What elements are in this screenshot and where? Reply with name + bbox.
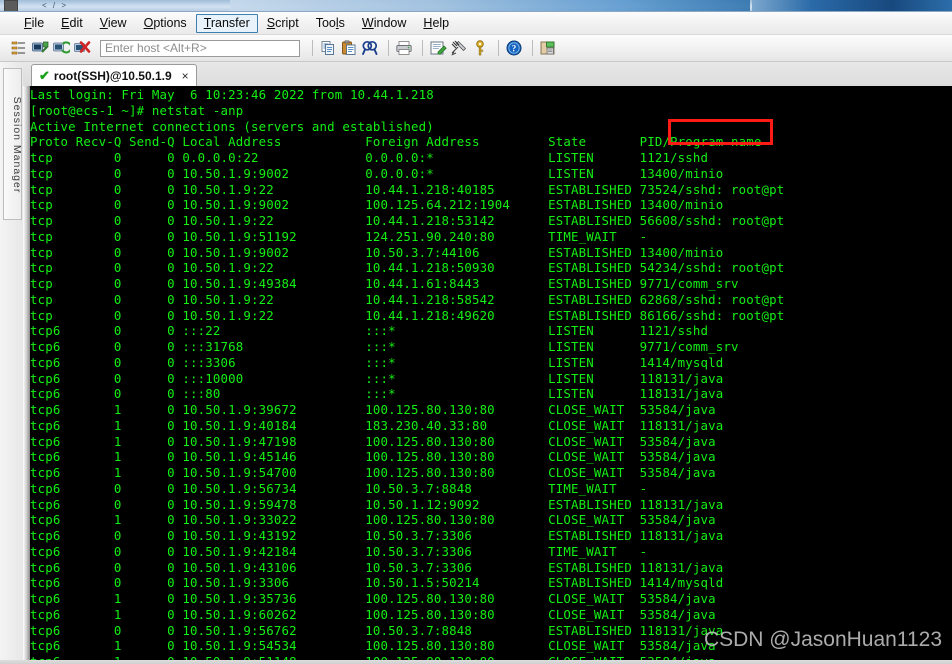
- menu-item-help[interactable]: Help: [415, 14, 457, 33]
- terminal-screen[interactable]: Last login: Fri May 6 10:23:46 2022 from…: [30, 86, 952, 664]
- log-session-icon[interactable]: [429, 39, 447, 57]
- menu-item-window[interactable]: Window: [354, 14, 414, 33]
- options-icon[interactable]: [450, 39, 468, 57]
- connected-check-icon: ✔: [39, 68, 50, 83]
- toolbar: Enter host <Alt+R> ?: [0, 35, 952, 62]
- transfer-icon[interactable]: [539, 39, 557, 57]
- menu-item-view[interactable]: View: [92, 14, 135, 33]
- session-tab-label: root(SSH)@10.50.1.9: [53, 68, 172, 83]
- app-icon: [4, 0, 18, 11]
- watermark: CSDN @JasonHuan1123: [703, 628, 942, 651]
- window-title-bar: < / >: [0, 0, 952, 11]
- copy-icon[interactable]: [319, 39, 337, 57]
- print-icon[interactable]: [395, 39, 413, 57]
- connect-icon[interactable]: [31, 39, 49, 57]
- menu-item-tools[interactable]: Tools: [308, 14, 353, 33]
- find-icon[interactable]: [361, 39, 379, 57]
- toolbar-separator: [422, 40, 423, 56]
- menu-item-script[interactable]: Script: [259, 14, 307, 33]
- title-bar-glass-mid: [230, 0, 750, 11]
- host-input-placeholder: Enter host <Alt+R>: [105, 41, 207, 55]
- menu-item-options[interactable]: Options: [136, 14, 195, 33]
- session-tab-bar: ✔ root(SSH)@10.50.1.9 ×: [23, 62, 952, 87]
- session-manager-panel[interactable]: Session Manager: [0, 62, 24, 664]
- session-manager-label: Session Manager: [11, 96, 23, 194]
- close-icon[interactable]: ×: [182, 70, 189, 82]
- session-manager-tab[interactable]: Session Manager: [3, 68, 23, 220]
- key-icon[interactable]: [471, 39, 489, 57]
- host-input[interactable]: Enter host <Alt+R>: [100, 39, 300, 57]
- menu-item-file[interactable]: File: [16, 14, 52, 33]
- terminal-output: Last login: Fri May 6 10:23:46 2022 from…: [30, 87, 785, 664]
- menu-item-transfer[interactable]: Transfer: [195, 13, 258, 33]
- reconnect-icon[interactable]: [52, 39, 73, 57]
- title-bar-glass-right: [752, 0, 952, 11]
- toolbar-separator: [388, 40, 389, 56]
- help-icon[interactable]: ?: [505, 39, 523, 57]
- paste-icon[interactable]: [340, 39, 358, 57]
- session-manager-icon[interactable]: [10, 39, 28, 57]
- session-tab[interactable]: ✔ root(SSH)@10.50.1.9 ×: [31, 64, 197, 86]
- disconnect-icon[interactable]: [73, 39, 91, 57]
- menu-bar: File Edit View Options Transfer Script Tools Wi…: [0, 12, 952, 35]
- title-bar-text: < / >: [42, 1, 69, 10]
- status-bar: [0, 660, 952, 664]
- toolbar-separator: [498, 40, 499, 56]
- terminal-left-bevel: [23, 86, 30, 664]
- terminal-area: Last login: Fri May 6 10:23:46 2022 from…: [23, 86, 952, 664]
- menu-item-edit[interactable]: Edit: [53, 14, 91, 33]
- toolbar-separator: [312, 40, 313, 56]
- svg-text:?: ?: [512, 44, 517, 54]
- toolbar-separator: [532, 40, 533, 56]
- securecrt-window: < / > File Edit View Options Transfer Script T…: [0, 0, 952, 664]
